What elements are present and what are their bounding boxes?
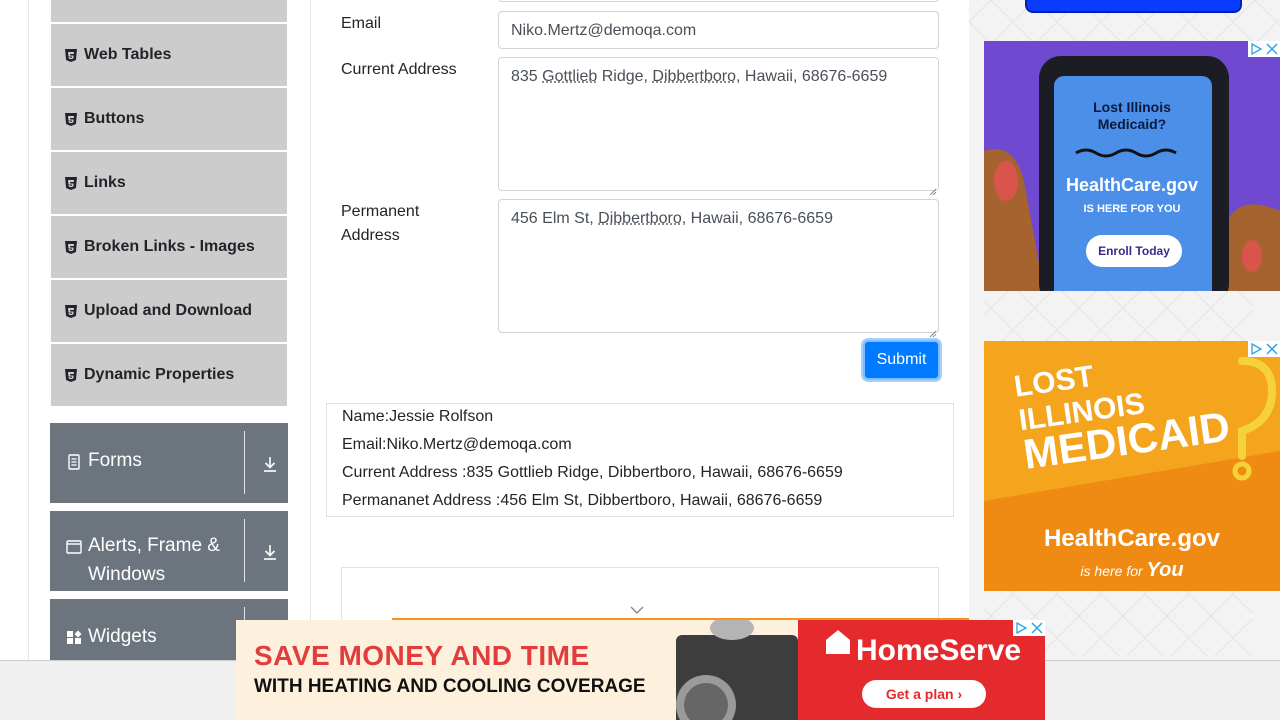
group-label: Widgets: [88, 626, 157, 648]
address-text: Ridge,: [597, 68, 652, 85]
close-icon[interactable]: [1264, 341, 1280, 357]
output-email: Email:Niko.Mertz@demoqa.com: [342, 435, 572, 455]
group-label-line-2: Windows: [88, 564, 165, 585]
sidebar-item-label: Web Tables: [84, 46, 171, 64]
left-gutter: [0, 0, 28, 720]
permanent-address-label-line-2: Address: [341, 227, 400, 244]
sidebar-item-label: Dynamic Properties: [84, 366, 234, 384]
ad-blue-button[interactable]: [1025, 0, 1242, 13]
html5-icon: [65, 177, 77, 190]
output-panel: Name:Jessie Rolfson Email:Niko.Mertz@dem…: [326, 403, 954, 517]
sidebar-item-label: Upload and Download: [84, 302, 252, 320]
html5-icon: [65, 305, 77, 318]
ad-healthcare-2[interactable]: LOST ILLINOIS MEDICAID HealthCare.gov is h…: [984, 341, 1280, 591]
group-label: Forms: [88, 450, 142, 472]
html5-icon: [65, 241, 77, 254]
ad-healthcare-1[interactable]: Lost Illinois Medicaid? HealthCare.gov IS…: [984, 41, 1280, 291]
ad2-brand: HealthCare.gov: [984, 525, 1280, 553]
html5-icon: [65, 113, 77, 126]
bottom-ad-subline: WITH HEATING AND COOLING COVERAGE: [254, 676, 646, 698]
divider: [244, 431, 245, 494]
download-icon: [261, 543, 279, 561]
email-label: Email: [341, 12, 381, 36]
group-alerts-frame-windows[interactable]: Alerts, Frame & Windows: [50, 511, 288, 591]
divider: [244, 519, 245, 582]
sidebar-item-label: Broken Links - Images: [84, 238, 255, 256]
address-text: , Hawaii, 68676-6659: [736, 68, 887, 85]
current-address-textarea[interactable]: 835 Gottlieb Ridge, Dibbertboro, Hawaii,…: [498, 57, 939, 191]
sidebar: Web Tables Buttons Links Broken Links - …: [28, 0, 311, 720]
sidebar-item-label: Links: [84, 174, 126, 192]
output-current-address: Current Address :835 Gottlieb Ridge, Dib…: [342, 463, 843, 483]
permanent-address-label-line-1: Permanent: [341, 203, 419, 220]
adchoices-icon[interactable]: [1013, 620, 1029, 636]
widgets-icon: [66, 630, 82, 646]
sidebar-item-upload-download[interactable]: Upload and Download: [51, 280, 287, 342]
permanent-address-textarea[interactable]: 456 Elm St, Dibbertboro, Hawaii, 68676-6…: [498, 199, 939, 333]
sidebar-item-dynamic-properties[interactable]: Dynamic Properties: [51, 344, 287, 406]
close-icon[interactable]: [1029, 620, 1045, 636]
ad2-tagline-emphasis: You: [1147, 559, 1184, 581]
spellcheck-word: Dibbertboro: [652, 68, 736, 85]
address-text: 456 Elm St,: [511, 210, 598, 227]
ad2-tagline: is here for You: [984, 559, 1280, 582]
adchoices[interactable]: [1013, 620, 1045, 636]
ad1-headline-line-1: Lost Illinois: [1093, 99, 1171, 115]
ad1-brand: HealthCare.gov: [984, 175, 1280, 196]
adchoices[interactable]: [1248, 341, 1280, 357]
html5-icon: [65, 369, 77, 382]
spellcheck-word: Gottlieb: [542, 68, 597, 85]
window-icon: [66, 539, 82, 555]
address-text: 835: [511, 68, 542, 85]
bottom-ad-brand: HomeServe: [856, 634, 1021, 668]
sidebar-item-links[interactable]: Links: [51, 152, 287, 214]
adchoices[interactable]: [1248, 41, 1280, 57]
current-address-label: Current Address: [341, 58, 457, 82]
ad1-enroll-button[interactable]: Enroll Today: [1086, 235, 1182, 267]
adchoices-icon[interactable]: [1248, 341, 1264, 357]
html5-icon: [65, 49, 77, 62]
submit-button[interactable]: Submit: [863, 340, 940, 380]
email-value: Niko.Mertz@demoqa.com: [511, 22, 696, 39]
ad1-headline-line-2: Medicaid?: [1098, 116, 1166, 132]
bottom-ad-cta-button[interactable]: Get a plan ›: [862, 680, 986, 708]
output-name: Name:Jessie Rolfson: [342, 407, 493, 427]
spellcheck-word: Dibbertboro: [598, 210, 682, 227]
adchoices-icon[interactable]: [1248, 41, 1264, 57]
download-icon: [261, 455, 279, 473]
permanent-address-label: Permanent Address: [341, 200, 419, 248]
group-forms[interactable]: Forms: [50, 423, 288, 503]
email-field[interactable]: Niko.Mertz@demoqa.com: [498, 11, 939, 49]
ad1-headline: Lost Illinois Medicaid?: [984, 99, 1280, 133]
ad2-tagline-text: is here for: [1080, 563, 1142, 579]
ad-homeserve[interactable]: SAVE MONEY AND TIME WITH HEATING AND COO…: [236, 620, 1045, 720]
close-icon[interactable]: [1264, 41, 1280, 57]
bottom-ad-headline: SAVE MONEY AND TIME: [254, 640, 590, 672]
output-permanent-address: Permananet Address :456 Elm St, Dibbertb…: [342, 491, 822, 511]
sidebar-item-web-tables[interactable]: Web Tables: [51, 24, 287, 86]
sidebar-item-top[interactable]: [51, 0, 287, 22]
sidebar-item-broken-links[interactable]: Broken Links - Images: [51, 216, 287, 278]
document-icon: [66, 454, 82, 470]
resize-handle-icon[interactable]: [928, 322, 936, 330]
group-label-line-1: Alerts, Frame &: [88, 535, 220, 556]
name-field[interactable]: [498, 0, 939, 2]
sidebar-item-label: Buttons: [84, 110, 144, 128]
resize-handle-icon[interactable]: [928, 180, 936, 188]
ad1-tagline: IS HERE FOR YOU: [984, 203, 1280, 215]
address-text: , Hawaii, 68676-6659: [682, 210, 833, 227]
sidebar-item-buttons[interactable]: Buttons: [51, 88, 287, 150]
group-label: Alerts, Frame & Windows: [88, 531, 220, 589]
